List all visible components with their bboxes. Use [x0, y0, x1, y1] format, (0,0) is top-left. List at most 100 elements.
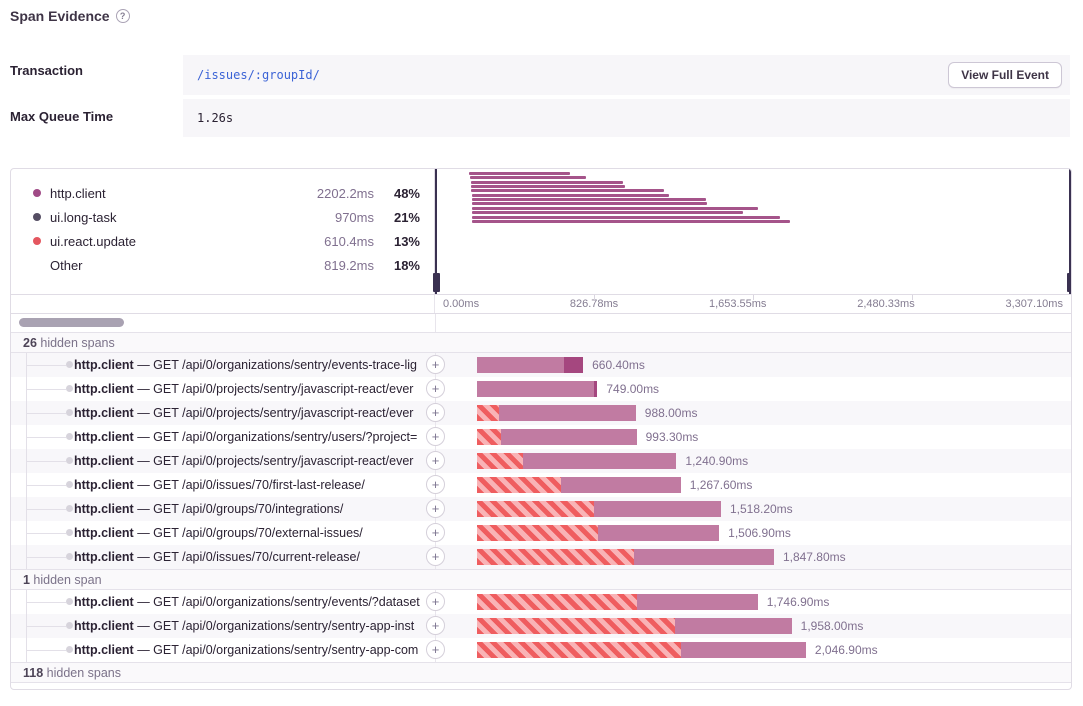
span-duration-label: 1,847.80ms: [783, 545, 846, 569]
hidden-spans-header: 118 hidden spans: [11, 662, 1071, 683]
span-duration-bar: [477, 381, 597, 397]
tree-node-dot: [66, 646, 73, 653]
tree-node-dot: [66, 409, 73, 416]
span-row[interactable]: http.client — GET /api/0/projects/sentry…: [11, 401, 1071, 425]
transaction-label: Transaction: [10, 63, 83, 78]
expand-span-button[interactable]: +: [426, 379, 445, 398]
axis-tick-label: 3,307.10ms: [1005, 298, 1062, 310]
minimap-span-bar: [469, 172, 570, 175]
legend-item: ui.long-task970ms21%: [11, 205, 434, 229]
span-row[interactable]: http.client — GET /api/0/issues/70/curre…: [11, 545, 1071, 569]
span-duration-label: 2,046.90ms: [815, 638, 878, 662]
span-description: http.client — GET /api/0/organizations/s…: [74, 353, 422, 377]
tree-node-dot: [66, 553, 73, 560]
span-description: http.client — GET /api/0/organizations/s…: [74, 638, 422, 662]
transaction-field: /issues/:groupId/ View Full Event: [183, 55, 1070, 95]
minimap-span-bar: [471, 181, 623, 184]
span-duration-bar: [477, 501, 721, 517]
span-waterfall-panel: http.client2202.2ms48%ui.long-task970ms2…: [10, 168, 1072, 690]
view-full-event-button[interactable]: View Full Event: [948, 62, 1062, 88]
scrollbar-thumb[interactable]: [19, 318, 124, 327]
minimap-span-bar: [472, 211, 743, 214]
span-duration-label: 1,240.90ms: [685, 449, 748, 473]
span-row[interactable]: http.client — GET /api/0/issues/70/first…: [11, 473, 1071, 497]
legend-duration: 610.4ms: [288, 234, 374, 249]
expand-span-button[interactable]: +: [426, 523, 445, 542]
expand-span-button[interactable]: +: [426, 355, 445, 374]
section-header: Span Evidence ?: [10, 8, 130, 24]
span-description: http.client — GET /api/0/organizations/s…: [74, 614, 422, 638]
span-row[interactable]: http.client — GET /api/0/organizations/s…: [11, 638, 1071, 662]
expand-span-button[interactable]: +: [426, 403, 445, 422]
span-row[interactable]: http.client — GET /api/0/projects/sentry…: [11, 377, 1071, 401]
span-row[interactable]: http.client — GET /api/0/organizations/s…: [11, 614, 1071, 638]
minimap-span-bar: [472, 207, 758, 210]
minimap-span-bar: [471, 185, 625, 188]
tree-node-dot: [66, 529, 73, 536]
expand-span-button[interactable]: +: [426, 451, 445, 470]
legend-label: ui.react.update: [50, 234, 288, 249]
legend-duration: 970ms: [288, 210, 374, 225]
span-row[interactable]: http.client — GET /api/0/organizations/s…: [11, 353, 1071, 377]
expand-span-button[interactable]: +: [426, 547, 445, 566]
legend-dot-icon: [33, 237, 41, 245]
span-duration-label: 749.00ms: [606, 377, 659, 401]
minimap-right-handle[interactable]: [1069, 169, 1071, 294]
tree-node-dot: [66, 481, 73, 488]
minimap-canvas[interactable]: [435, 169, 1071, 294]
legend-percent: 48%: [374, 186, 420, 201]
span-row[interactable]: http.client — GET /api/0/groups/70/integ…: [11, 497, 1071, 521]
max-queue-time-value: 1.26s: [197, 111, 233, 125]
span-duration-label: 1,518.20ms: [730, 497, 793, 521]
axis-tick-label: 2,480.33ms: [857, 298, 914, 310]
hidden-spans-header: 1 hidden span: [11, 569, 1071, 590]
span-description: http.client — GET /api/0/groups/70/exter…: [74, 521, 422, 545]
max-queue-time-field: 1.26s: [183, 99, 1070, 137]
expand-span-button[interactable]: +: [426, 499, 445, 518]
hidden-spans-header: 26 hidden spans: [11, 332, 1071, 353]
span-duration-bar: [477, 429, 637, 445]
span-description: http.client — GET /api/0/projects/sentry…: [74, 449, 422, 473]
span-duration-label: 1,506.90ms: [728, 521, 791, 545]
span-duration-bar: [477, 477, 681, 493]
expand-span-button[interactable]: +: [426, 592, 445, 611]
span-description: http.client — GET /api/0/organizations/s…: [74, 425, 422, 449]
minimap-span-bar: [471, 189, 664, 192]
span-duration-bar: [477, 549, 774, 565]
span-row[interactable]: http.client — GET /api/0/projects/sentry…: [11, 449, 1071, 473]
tree-node-dot: [66, 622, 73, 629]
span-duration-label: 1,267.60ms: [690, 473, 753, 497]
legend-percent: 21%: [374, 210, 420, 225]
minimap-span-bar: [472, 198, 706, 201]
help-icon[interactable]: ?: [116, 9, 130, 23]
axis-tick-label: 0.00ms: [443, 298, 479, 310]
minimap-span-bar: [472, 202, 707, 205]
expand-span-button[interactable]: +: [426, 640, 445, 659]
legend-item: http.client2202.2ms48%: [11, 181, 434, 205]
expand-span-button[interactable]: +: [426, 475, 445, 494]
legend-dot-icon: [33, 261, 41, 269]
tree-node-dot: [66, 598, 73, 605]
minimap-span-bar: [470, 176, 586, 179]
expand-span-button[interactable]: +: [426, 427, 445, 446]
tree-node-dot: [66, 361, 73, 368]
span-description: http.client — GET /api/0/projects/sentry…: [74, 401, 422, 425]
expand-span-button[interactable]: +: [426, 616, 445, 635]
legend-item: ui.react.update610.4ms13%: [11, 229, 434, 253]
transaction-link[interactable]: /issues/:groupId/: [197, 68, 320, 82]
minimap-left-handle[interactable]: [435, 169, 437, 294]
span-duration-bar: [477, 453, 676, 469]
span-duration-bar: [477, 357, 583, 373]
legend-list: http.client2202.2ms48%ui.long-task970ms2…: [11, 169, 435, 294]
span-duration-label: 1,958.00ms: [801, 614, 864, 638]
span-description: http.client — GET /api/0/issues/70/curre…: [74, 545, 422, 569]
span-row[interactable]: http.client — GET /api/0/organizations/s…: [11, 590, 1071, 614]
span-duration-label: 993.30ms: [646, 425, 699, 449]
span-description: http.client — GET /api/0/organizations/s…: [74, 590, 422, 614]
legend-item: Other819.2ms18%: [11, 253, 434, 277]
span-row[interactable]: http.client — GET /api/0/groups/70/exter…: [11, 521, 1071, 545]
minimap-span-bar: [472, 220, 790, 223]
max-queue-time-label: Max Queue Time: [10, 109, 113, 124]
span-row[interactable]: http.client — GET /api/0/organizations/s…: [11, 425, 1071, 449]
span-duration-label: 660.40ms: [592, 353, 645, 377]
